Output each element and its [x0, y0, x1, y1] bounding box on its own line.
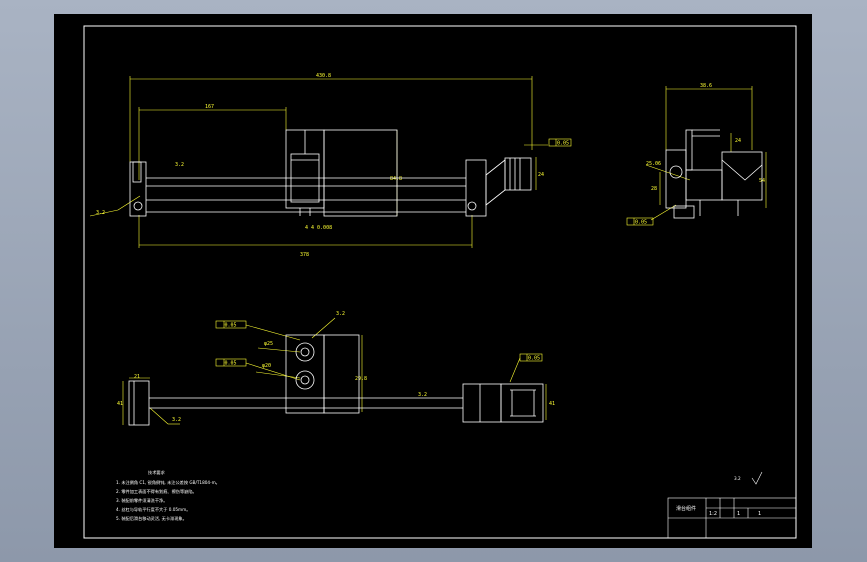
roughness-b1: 3.2 — [336, 311, 345, 317]
title-block-sheet: 1 — [737, 511, 740, 517]
note-line-3: 3. 装配前零件须清洗干净。 — [116, 497, 167, 504]
title-block-scale: 1:2 — [709, 511, 717, 517]
small-note-dim: 4 4 0.008 — [305, 225, 332, 231]
bottom-left-height-dim: 41 — [117, 401, 123, 407]
tol-value-2: 0.05 — [225, 361, 237, 367]
general-roughness-mark: 3.2 — [734, 476, 741, 481]
left-block-dim: 167 — [205, 104, 214, 110]
note-line-1: 1. 未注倒角 C1, 锐角倒钝, 未注公差按 GB/T1804-m。 — [116, 479, 220, 486]
note-line-5: 5. 装配后滑台移动灵活, 无卡滞现象。 — [116, 515, 187, 522]
side-small-dim: 24 — [735, 138, 741, 144]
height-right-dim: 24 — [538, 172, 544, 178]
bottom-right-height-dim: 41 — [549, 401, 555, 407]
side-left-height-dim: 28 — [651, 186, 657, 192]
note-line-2: 2. 零件加工表面不得有划痕、擦伤等缺陷。 — [116, 488, 197, 495]
roughness-b3: 3.2 — [172, 417, 181, 423]
title-block-count: 1 — [758, 511, 761, 517]
side-angle-dim: 25.06 — [646, 161, 661, 167]
tolerance-value: 0.05 — [557, 141, 569, 147]
cad-drawing: 430.8 167 378 24 84.8 4 4 0.008 3.2 3.2 … — [0, 0, 867, 562]
overall-length-dim: 430.8 — [316, 73, 331, 79]
note-line-4: 4. 丝杠与导轨平行度不大于 0.05mm。 — [116, 506, 190, 513]
bottom-width-dim: 21 — [134, 374, 140, 380]
side-tolerance-value: 0.05 — [635, 220, 647, 226]
bottom-mid-height-dim: 29.8 — [355, 376, 367, 382]
diameter-1: φ25 — [264, 341, 273, 347]
tol-value-3: 0.05 — [528, 356, 540, 362]
diameter-2: φ20 — [262, 363, 271, 369]
title-block-name: 滑台组件 — [676, 505, 696, 512]
side-width-dim: 38.6 — [700, 83, 712, 89]
roughness-mark: 3.2 — [175, 162, 184, 168]
roughness-left-mark: 3.2 — [96, 210, 105, 216]
roughness-b2: 3.2 — [418, 392, 427, 398]
base-length-dim: 378 — [300, 252, 309, 258]
tol-value-1: 0.05 — [225, 323, 237, 329]
height-mid-dim: 84.8 — [390, 176, 402, 182]
drawing-canvas: 430.8 167 378 24 84.8 4 4 0.008 3.2 3.2 … — [54, 14, 812, 548]
notes-title: 技术要求 — [148, 469, 166, 476]
drawing-sheet — [54, 14, 812, 548]
